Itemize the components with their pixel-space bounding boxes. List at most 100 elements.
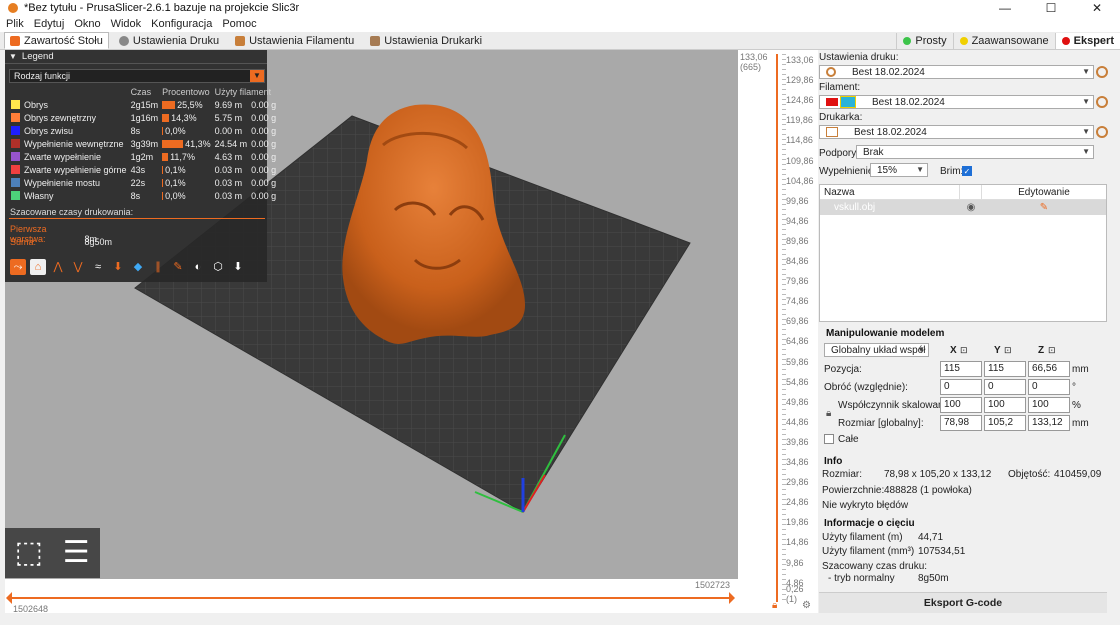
retractions-icon[interactable]: ⋀ [50,259,66,275]
legend-header[interactable]: ▼ Legend [5,50,267,64]
lock-icon[interactable]: 🔒︎ [772,600,782,611]
drop-to-bed-x-icon[interactable]: ⊡ [960,345,968,356]
right-sidebar: Ustawienia druku: Best 18.02.2024 ▼ Fila… [818,50,1108,613]
tool-marker-icon[interactable]: ⬇ [230,259,246,275]
export-gcode-button[interactable]: Eksport G-code [819,592,1107,613]
position-x-input[interactable]: 115 [940,361,982,377]
layers-view-icon[interactable]: ☰ [56,533,96,573]
supports-select[interactable]: Brak ▼ [856,145,1094,159]
scale-z-input[interactable]: 100 [1028,397,1070,413]
window-title: *Bez tytułu - PrusaSlicer-2.6.1 bazuje n… [24,2,300,14]
tab-print-settings[interactable]: Ustawienia Druku [113,32,225,49]
rotate-x-input[interactable]: 0 [940,379,982,395]
object-row[interactable]: vskull.obj ◉ ✎ [820,200,1106,215]
legend-row[interactable]: Zwarte wypełnienie górne 43s 0,1% 0.03 m 0.0… [9,163,278,176]
col-filament: Użyty filament [214,87,272,97]
tab-filament-settings[interactable]: Ustawienia Filamentu [229,32,360,49]
printer-select[interactable]: Best 18.02.2024 ▼ [819,125,1094,139]
cube-view-icon[interactable]: ⬚ [9,533,49,573]
uniform-scale-label: Całe [838,434,859,445]
wipe-icon[interactable]: ⌂ [30,259,46,275]
menu-okno[interactable]: Okno [74,18,100,30]
feature-weight: 0.00 g [251,99,277,110]
uniform-scale-checkbox[interactable] [824,434,834,444]
horizontal-move-slider[interactable]: 1502723 1502648 [5,579,738,613]
shells-icon[interactable]: ⬡ [210,259,226,275]
filament-gear-icon[interactable] [1096,96,1108,108]
position-y-input[interactable]: 115 [984,361,1026,377]
menu-widok[interactable]: Widok [111,18,142,30]
supports-value: Brak [863,146,884,158]
custom-gcodes-icon[interactable]: ✎ [170,259,186,275]
tool-changes-icon[interactable]: ⬇ [110,259,126,275]
maximize-button[interactable]: ☐ [1028,1,1074,15]
legend-separator [9,218,265,219]
infill-select[interactable]: 15% ▼ [870,163,928,177]
brim-checkbox[interactable]: ✓ [962,166,972,176]
3d-preview-viewport[interactable]: ▼ Legend Rodzaj funkcji ▼ Czas Procentow… [5,50,738,613]
drop-to-bed-y-icon[interactable]: ⊡ [1004,345,1012,356]
filament-select[interactable]: Best 18.02.2024 ▼ [819,95,1094,109]
legend-row[interactable]: Wypełnienie wewnętrzne 3g39m 41,3% 24.54 m0… [9,137,278,150]
tab-plater[interactable]: Zawartość Stołu [4,32,109,49]
deretractions-icon[interactable]: ⋁ [70,259,86,275]
pause-prints-icon[interactable]: ∥ [150,259,166,275]
print-settings-gear-icon[interactable] [1096,66,1108,78]
scale-y-input[interactable]: 100 [984,397,1026,413]
legend-row[interactable]: Zwarte wypełnienie 1g2m 11,7% 4.63 m 0.00 g [9,150,278,163]
vslider-track[interactable] [776,54,778,602]
rotate-z-input[interactable]: 0 [1028,379,1070,395]
legend-row[interactable]: Własny 8s 0,0% 0.03 m 0.00 g [9,189,278,202]
mode-simple[interactable]: Prosty [896,32,952,49]
hslider-track[interactable] [9,597,733,599]
hslider-right-thumb[interactable] [729,592,735,604]
info-volume-label: Objętość: [1008,469,1051,480]
center-of-gravity-icon[interactable]: ◐ [190,259,206,275]
travel-icon[interactable]: ⤳ [10,259,26,275]
menu-edytuj[interactable]: Edytuj [34,18,65,30]
size-y-input[interactable]: 105,2 [984,415,1026,431]
eye-icon[interactable]: ◉ [960,202,982,213]
mode-advanced[interactable]: Zaawansowane [952,32,1055,49]
col-name[interactable]: Nazwa [820,185,960,199]
lock-icon[interactable]: 🔒︎ [826,408,831,419]
coord-system-select[interactable]: Globalny układ współ ▼ [824,343,929,357]
legend-row[interactable]: Wypełnienie mostu 22s 0,1% 0.03 m 0.00 g [9,176,278,189]
vertical-layer-slider[interactable]: 133,06 (665) 133,06 129,86 124,86 119,86 114… [738,50,818,613]
view-type-select[interactable]: Rodzaj funkcji ▼ [9,69,265,83]
tab-printer-settings[interactable]: Ustawienia Drukarki [364,32,488,49]
size-z-input[interactable]: 133,12 [1028,415,1070,431]
menu-plik[interactable]: Plik [6,18,24,30]
drop-to-bed-z-icon[interactable]: ⊡ [1048,345,1056,356]
gear-icon[interactable]: ⚙ [802,600,812,611]
color-swatch [11,164,20,174]
col-edit[interactable]: Edytowanie [982,185,1106,199]
legend-row[interactable]: Obrys 2g15m 25,5% 9.69 m 0.00 g [9,98,278,111]
normal-mode-label: - tryb normalny [828,573,895,584]
menu-konfiguracja[interactable]: Konfiguracja [151,18,212,30]
feature-percent-cell: 0,0% [160,189,213,202]
print-settings-select[interactable]: Best 18.02.2024 ▼ [819,65,1094,79]
size-x-input[interactable]: 78,98 [940,415,982,431]
hslider-left-thumb[interactable] [6,592,12,604]
spool-icon [235,35,246,46]
edit-icon[interactable]: ✎ [982,202,1106,213]
feature-name: Obrys zwisu [24,125,74,136]
seams-icon[interactable]: ≈ [90,259,106,275]
printer-gear-icon[interactable] [1096,126,1108,138]
scale-x-input[interactable]: 100 [940,397,982,413]
total-value: 8g50m [84,237,113,247]
minimize-button[interactable]: — [982,1,1028,15]
color-changes-icon[interactable]: ◆ [130,259,146,275]
mode-expert[interactable]: Ekspert [1054,32,1120,49]
info-errors: Nie wykryto błędów [822,500,909,511]
size-unit: mm [1072,418,1089,429]
menu-pomoc[interactable]: Pomoc [222,18,256,30]
close-button[interactable]: ✕ [1074,1,1120,15]
info-title: Info [824,456,843,467]
legend-row[interactable]: Obrys zwisu 8s 0,0% 0.00 m 0.00 g [9,124,278,137]
feature-weight: 0.00 g [251,151,277,162]
legend-row[interactable]: Obrys zewnętrzny 1g16m 14,3% 5.75 m 0.00 g [9,111,278,124]
rotate-y-input[interactable]: 0 [984,379,1026,395]
position-z-input[interactable]: 66,56 [1028,361,1070,377]
